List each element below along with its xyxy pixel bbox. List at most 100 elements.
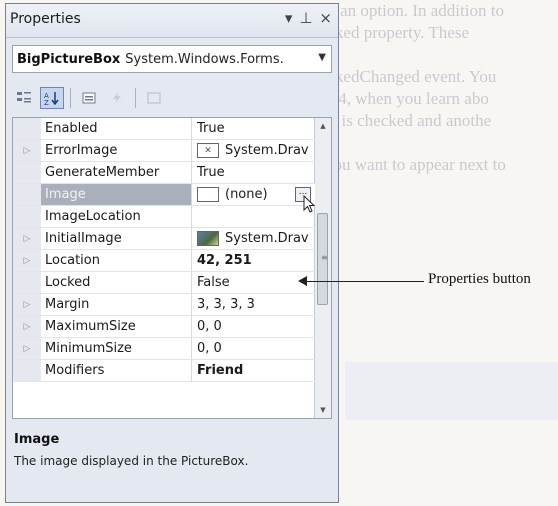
scroll-up-icon[interactable]: ▲ — [315, 118, 331, 134]
column-divider — [191, 316, 192, 337]
expand-icon[interactable]: ▷ — [13, 338, 41, 359]
description-pane: Image The image displayed in the Picture… — [12, 424, 332, 496]
column-divider — [191, 184, 192, 205]
object-name: BigPictureBox — [17, 51, 121, 67]
chevron-down-icon[interactable]: ▼ — [318, 52, 326, 63]
property-value[interactable]: True — [197, 165, 315, 180]
row-gutter — [13, 162, 41, 183]
property-row-minimumsize[interactable]: ▷ MinimumSize 0, 0 — [13, 338, 315, 360]
property-grid: ▲ ≡ ▼ Enabled True ▷ ErrorImage ✕ System.Drav… — [12, 117, 332, 419]
window-title: Properties — [10, 11, 81, 27]
row-gutter — [13, 184, 41, 205]
column-divider — [191, 272, 192, 293]
description-title: Image — [14, 432, 60, 447]
property-name: Modifiers — [45, 363, 105, 378]
toolbar-separator — [135, 88, 136, 108]
alphabetical-icon[interactable]: AZ — [40, 87, 64, 109]
property-name: Locked — [45, 275, 91, 290]
column-divider — [191, 206, 192, 227]
expand-icon[interactable]: ▷ — [13, 140, 41, 161]
broken-image-icon: ✕ — [197, 143, 219, 158]
property-name: Location — [45, 253, 100, 268]
svg-text:Z: Z — [44, 99, 49, 105]
background-shaded-box — [345, 362, 558, 420]
property-pages-icon[interactable] — [142, 87, 166, 109]
expand-icon[interactable]: ▷ — [13, 228, 41, 249]
object-selector[interactable]: BigPictureBox System.Windows.Forms. ▼ — [12, 45, 332, 73]
property-value-text: 42, 251 — [197, 253, 252, 268]
property-name: Margin — [45, 297, 90, 312]
property-value[interactable]: True — [197, 121, 315, 136]
row-gutter — [13, 118, 41, 139]
property-name: MinimumSize — [45, 341, 132, 356]
property-row-initialimage[interactable]: ▷ InitialImage System.Drav — [13, 228, 315, 250]
property-value-text: 0, 0 — [197, 341, 222, 356]
property-value-text: Friend — [197, 363, 244, 378]
property-row-errorimage[interactable]: ▷ ErrorImage ✕ System.Drav — [13, 140, 315, 162]
expand-icon[interactable]: ▷ — [13, 294, 41, 315]
property-row-locked[interactable]: Locked False — [13, 272, 315, 294]
column-divider — [191, 228, 192, 249]
column-divider — [191, 294, 192, 315]
grip-icon: ≡ — [321, 253, 328, 262]
property-row-generatemember[interactable]: GenerateMember True — [13, 162, 315, 184]
property-value[interactable]: 42, 251 — [197, 253, 315, 268]
property-value-text: True — [197, 165, 225, 180]
pin-icon[interactable]: ⊥ — [299, 9, 312, 27]
property-row-maximumsize[interactable]: ▷ MaximumSize 0, 0 — [13, 316, 315, 338]
vertical-scrollbar[interactable]: ▲ ≡ ▼ — [314, 118, 331, 418]
property-name: GenerateMember — [45, 165, 160, 180]
window-controls: ▾ ⊥ × — [285, 9, 332, 27]
property-value[interactable]: 0, 0 — [197, 319, 315, 334]
property-value[interactable]: 3, 3, 3, 3 — [197, 297, 315, 312]
dropdown-icon[interactable]: ▾ — [285, 9, 293, 27]
property-value-text: System.Drav — [225, 143, 309, 158]
expand-icon[interactable]: ▷ — [13, 316, 41, 337]
properties-icon[interactable] — [77, 87, 101, 109]
events-icon[interactable] — [105, 87, 129, 109]
close-icon[interactable]: × — [319, 9, 332, 27]
empty-image-icon — [197, 187, 219, 202]
property-row-enabled[interactable]: Enabled True — [13, 118, 315, 140]
row-gutter — [13, 206, 41, 227]
property-value-text: True — [197, 121, 225, 136]
scroll-thumb[interactable]: ≡ — [317, 213, 328, 305]
column-divider — [191, 338, 192, 359]
property-value-text: False — [197, 275, 230, 290]
property-name: InitialImage — [45, 231, 122, 246]
property-row-location[interactable]: ▷ Location 42, 251 — [13, 250, 315, 272]
callout-line — [302, 281, 424, 282]
row-gutter — [13, 360, 41, 381]
image-thumbnail-icon — [197, 231, 219, 246]
property-row-imagelocation[interactable]: ImageLocation — [13, 206, 315, 228]
title-bar[interactable]: Properties ▾ ⊥ × — [6, 4, 338, 38]
property-value-text: 3, 3, 3, 3 — [197, 297, 255, 312]
property-name: ImageLocation — [45, 209, 141, 224]
column-divider — [191, 360, 192, 381]
expand-icon[interactable]: ▷ — [13, 250, 41, 271]
property-name: ErrorImage — [45, 143, 118, 158]
column-divider — [191, 118, 192, 139]
property-row-image[interactable]: Image (none)... — [13, 184, 315, 206]
property-value-text: 0, 0 — [197, 319, 222, 334]
property-value[interactable]: System.Drav — [197, 231, 315, 246]
object-type: System.Windows.Forms. — [125, 51, 284, 67]
column-divider — [191, 162, 192, 183]
row-gutter — [13, 272, 41, 293]
properties-window: Properties ▾ ⊥ × BigPictureBox System.Wi… — [5, 3, 339, 503]
property-value[interactable]: Friend — [197, 363, 315, 378]
property-value[interactable]: 0, 0 — [197, 341, 315, 356]
property-row-margin[interactable]: ▷ Margin 3, 3, 3, 3 — [13, 294, 315, 316]
property-value-text: System.Drav — [225, 231, 309, 246]
properties-toolbar: AZ — [12, 84, 332, 112]
description-text: The image displayed in the PictureBox. — [14, 454, 249, 468]
property-name: Image — [45, 187, 86, 202]
column-divider — [191, 140, 192, 161]
scroll-down-icon[interactable]: ▼ — [315, 402, 331, 418]
property-value[interactable]: ✕ System.Drav — [197, 143, 315, 158]
property-row-modifiers[interactable]: Modifiers Friend — [13, 360, 315, 382]
property-name: MaximumSize — [45, 319, 136, 334]
column-divider — [191, 250, 192, 271]
callout-label: Properties button — [428, 271, 531, 287]
categorized-icon[interactable] — [12, 87, 36, 109]
